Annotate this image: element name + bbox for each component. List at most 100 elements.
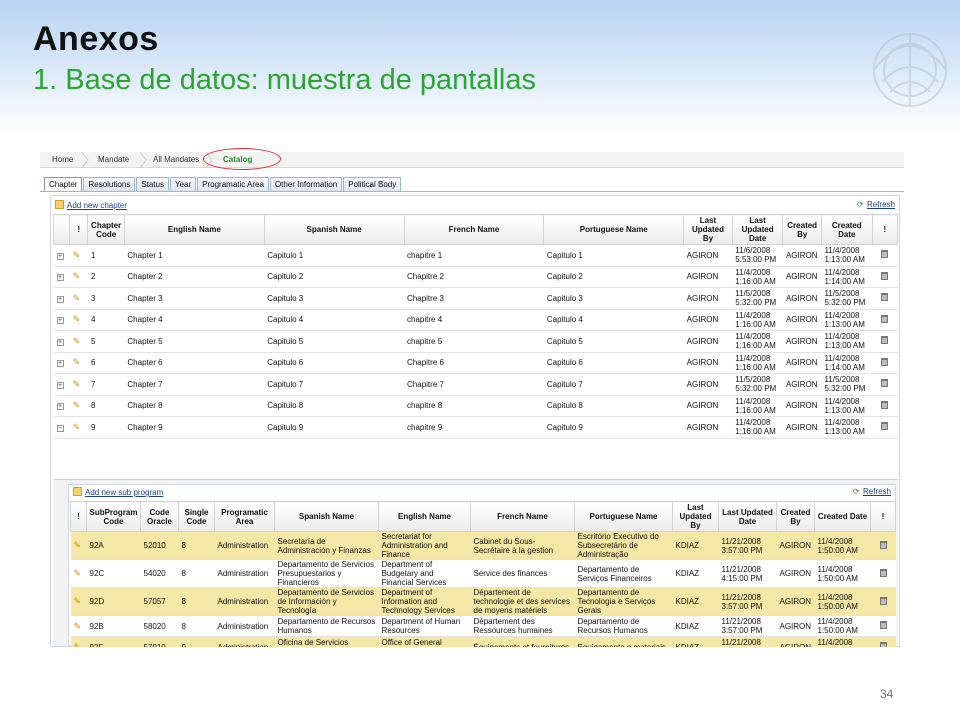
tab-resolutions[interactable]: Resolutions [83,177,136,191]
column-header[interactable]: ! [871,214,899,245]
table-row[interactable]: ✎ 92B 58020 8 Administration Departamento de … [70,615,896,637]
column-header[interactable]: English Name [378,501,471,532]
trash-icon[interactable] [881,357,889,366]
column-header[interactable]: Created Date [814,501,871,532]
column-header[interactable]: SubProgram Code [86,501,141,532]
tab-other-information[interactable]: Other Information [269,177,343,191]
cell-en: Chapter 5 [124,330,265,353]
column-header[interactable]: English Name [123,214,265,245]
trash-icon[interactable] [881,293,889,302]
table-row[interactable]: ✎ 92F 57010 9 Administration Oficina de Servi… [70,636,896,647]
add-subprogram-link[interactable]: Add new sub program [85,488,163,497]
cell-es: Capitulo 8 [264,395,405,417]
trash-icon[interactable] [879,596,887,605]
trash-icon[interactable] [879,568,887,577]
edit-pencil-icon[interactable]: ✎ [73,315,81,324]
trash-icon[interactable] [881,271,889,280]
collapse-icon[interactable]: − [56,424,64,432]
tab-chapter[interactable]: Chapter [44,177,83,192]
time: 1:14:00 AM [824,362,865,372]
edit-pencil-icon[interactable]: ✎ [73,250,81,260]
expand-icon[interactable]: + [56,381,64,389]
column-header[interactable]: Code Oracle [140,501,179,532]
trash-icon[interactable] [881,422,889,431]
column-header[interactable]: Last Updated By [672,501,719,532]
edit-pencil-icon[interactable]: ✎ [73,293,81,303]
expand-icon[interactable]: + [56,360,64,368]
column-header[interactable]: ! [70,501,87,532]
cell-cr_by: AGIRON [782,330,822,353]
tab-political-body[interactable]: Political Body [343,177,402,191]
table-row[interactable]: + ✎ 1 Chapter 1 Capitulo 1 chapitre 1 Capitulo… [53,244,898,267]
column-header[interactable]: Spanish Name [263,214,405,245]
table-row[interactable]: + ✎ 5 Chapter 5 Capitulo 5 chapitre 5 Capitulo… [53,330,898,353]
column-header[interactable]: Spanish Name [274,501,379,532]
delete-cell [872,287,898,310]
table-row[interactable]: ✎ 92A 52010 8 Administration Secretaría de Ad… [70,531,896,560]
expand-icon[interactable]: + [56,274,64,282]
column-header[interactable]: Created By [776,501,815,532]
cell-en: Chapter 4 [124,309,265,331]
trash-icon[interactable] [879,540,887,549]
column-header[interactable]: Portuguese Name [543,214,685,245]
column-header[interactable]: Created Date [820,214,873,245]
subprogram-table: ! SubProgram Code Code Oracle Single Code Pr… [70,501,896,647]
breadcrumb-home[interactable]: Home [52,155,73,164]
tab-status[interactable]: Status [136,177,169,191]
expand-icon[interactable]: + [56,252,64,260]
trash-icon[interactable] [881,400,889,409]
table-row[interactable]: + ✎ 3 Chapter 3 Capitulo 3 Chapitre 3 Capitulo… [53,287,898,310]
expand-icon[interactable]: + [56,338,64,346]
expand-icon[interactable]: + [56,317,64,325]
edit-pencil-icon[interactable]: ✎ [73,379,81,389]
trash-icon[interactable] [881,379,889,388]
column-header[interactable]: French Name [470,501,575,532]
tab-year[interactable]: Year [169,177,197,191]
add-chapter-link[interactable]: Add new chapter [67,201,127,210]
column-header[interactable]: French Name [403,214,545,245]
table-row[interactable]: + ✎ 7 Chapter 7 Capitulo 7 Chapitre 7 Capitulo… [53,373,898,396]
column-header[interactable]: ! [69,214,89,245]
cell-cr_by: AGIRON [782,395,822,417]
table-row[interactable]: ✎ 92C 54020 8 Administration Departamento de … [70,559,896,588]
expand-icon[interactable]: + [56,403,64,411]
edit-pencil-icon[interactable]: ✎ [74,621,82,631]
column-header[interactable]: Single Code [178,501,215,532]
cell-upd_by: AGIRON [683,266,733,288]
edit-pencil-icon[interactable]: ✎ [73,336,81,346]
cell-pt: Capitulo 3 [543,287,684,310]
column-header[interactable]: Last Updated By [683,214,733,245]
tab-programatic-area[interactable]: Programatic Area [197,177,269,191]
table-row[interactable]: + ✎ 4 Chapter 4 Capitulo 4 chapitre 4 Capitulo… [53,309,898,331]
refresh-subprogram-link[interactable]: Refresh [863,487,891,496]
trash-icon[interactable] [879,642,887,647]
trash-icon[interactable] [881,250,889,259]
edit-pencil-icon[interactable]: ✎ [73,422,81,432]
edit-pencil-icon[interactable]: ✎ [74,569,82,578]
breadcrumb-all-mandates[interactable]: All Mandates [153,155,199,164]
edit-pencil-icon[interactable]: ✎ [74,642,82,647]
edit-pencil-icon[interactable]: ✎ [74,597,82,606]
column-header[interactable]: Portuguese Name [574,501,673,532]
refresh-chapter-link[interactable]: Refresh [867,200,895,209]
table-row[interactable]: + ✎ 2 Chapter 2 Capitulo 2 Chapitre 2 Capitulo… [53,266,898,288]
table-row[interactable]: + ✎ 6 Chapter 6 Capitulo 6 Chapitre 6 Capitulo… [53,352,898,374]
table-row[interactable]: ✎ 92D 57057 8 Administration Departamento de … [70,587,896,616]
expand-icon[interactable]: + [56,295,64,303]
column-header[interactable]: Last Updated Date [718,501,777,532]
column-header[interactable]: Chapter Code [87,214,125,245]
trash-icon[interactable] [881,336,889,345]
column-header[interactable]: Programatic Area [214,501,275,532]
trash-icon[interactable] [879,621,887,629]
edit-pencil-icon[interactable]: ✎ [73,401,81,410]
column-header[interactable]: Last Updated Date [731,214,784,245]
edit-pencil-icon[interactable]: ✎ [73,358,81,367]
column-header[interactable]: ! [870,501,896,532]
edit-pencil-icon[interactable]: ✎ [74,541,82,550]
table-row[interactable]: − ✎ 9 Chapter 9 Capitulo 9 chapitre 9 Capitulo… [53,416,898,439]
breadcrumb-mandate[interactable]: Mandate [98,155,129,164]
table-row[interactable]: + ✎ 8 Chapter 8 Capitulo 8 chapitre 8 Capitulo… [53,395,898,417]
trash-icon[interactable] [881,314,889,323]
column-header[interactable]: Created By [782,214,822,245]
edit-pencil-icon[interactable]: ✎ [73,272,81,281]
